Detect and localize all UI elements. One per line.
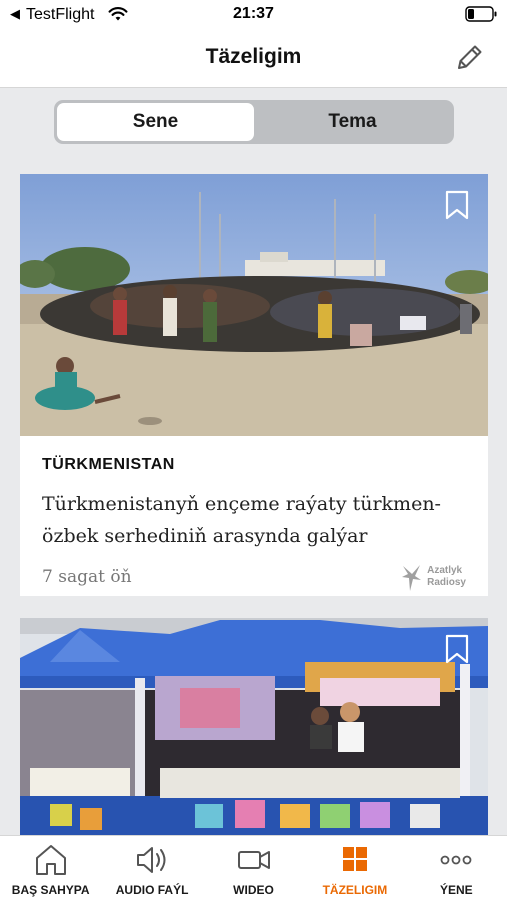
article-timestamp: 7 sagat öň	[42, 567, 132, 587]
azatlyk-radiosy-logo: Azatlyk Radiosy	[401, 562, 466, 592]
bookmark-icon[interactable]	[444, 634, 470, 664]
tab-more[interactable]: ÝENE	[406, 836, 507, 900]
tab-more-label: ÝENE	[439, 883, 473, 897]
tab-video[interactable]: WIDEO	[203, 836, 304, 900]
tab-video-label: WIDEO	[233, 883, 274, 897]
article-category[interactable]: TÜRKMENISTAN	[42, 456, 466, 474]
tab-my-news-label: TÄZELIGIM	[322, 883, 388, 897]
pencil-icon[interactable]	[453, 40, 487, 74]
bookmark-icon[interactable]	[444, 190, 470, 220]
article-card[interactable]: TÜRKMENISTAN Türkmenistanyň ençeme raýat…	[20, 174, 488, 596]
tab-home[interactable]: BAŞ SAHYPA	[0, 836, 101, 900]
bottom-tab-bar: BAŞ SAHYPA AUDIO FAÝL WIDEO TÄZELIGIM ÝE…	[0, 835, 507, 900]
tab-audio-label: AUDIO FAÝL	[115, 883, 189, 897]
video-camera-icon	[237, 851, 270, 869]
status-time: 21:37	[233, 5, 274, 22]
speaker-icon	[137, 847, 166, 873]
grid-icon	[342, 847, 367, 871]
top-navigation-bar: Täzeligim	[0, 30, 507, 88]
article-headline[interactable]: Türkmenistanyň ençeme raýaty türkmen-özb…	[42, 488, 466, 552]
tab-audio[interactable]: AUDIO FAÝL	[101, 836, 202, 900]
article-photo	[20, 618, 488, 836]
article-meta: 7 sagat öň Azatlyk Radiosy	[42, 562, 466, 592]
tab-my-news[interactable]: TÄZELIGIM	[304, 836, 405, 900]
article-card[interactable]	[20, 618, 488, 836]
segment-tema[interactable]: Tema	[254, 103, 451, 141]
tab-home-label: BAŞ SAHYPA	[11, 883, 90, 897]
home-icon	[35, 845, 66, 875]
segment-sene[interactable]: Sene	[57, 103, 254, 141]
page-title: Täzeligim	[205, 45, 302, 68]
article-photo	[20, 174, 488, 436]
more-dots-icon	[440, 855, 472, 865]
battery-icon	[465, 6, 497, 22]
source-line-2: Radiosy	[427, 577, 466, 588]
source-line-1: Azatlyk	[427, 565, 463, 576]
azatlyk-bird-icon	[402, 565, 422, 591]
segmented-control: Sene Tema	[54, 100, 454, 144]
status-bar: ◀ TestFlight 21:37	[0, 0, 507, 30]
article-body: TÜRKMENISTAN Türkmenistanyň ençeme raýat…	[20, 436, 488, 596]
